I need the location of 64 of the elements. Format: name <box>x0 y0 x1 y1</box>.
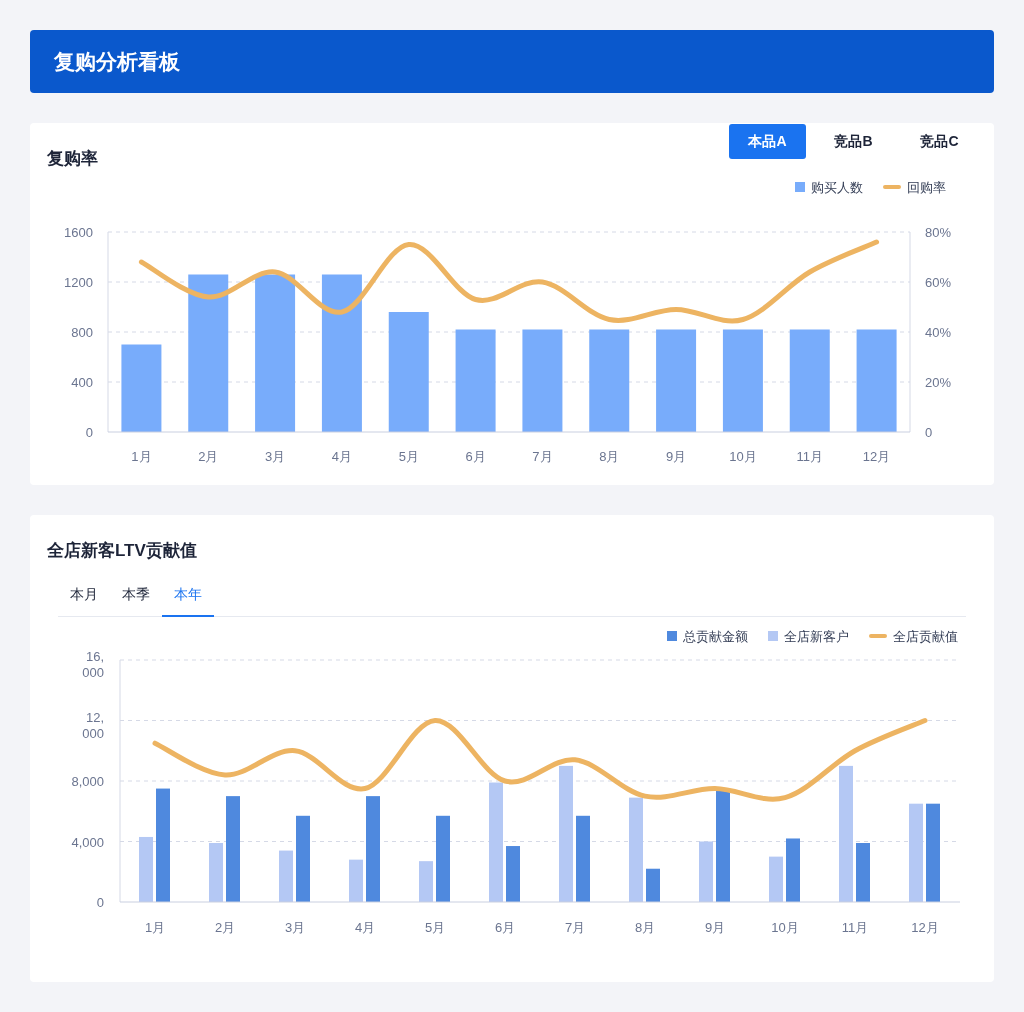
axis-category-label: 4月 <box>331 449 353 464</box>
axis-tick-label: 800 <box>71 325 93 340</box>
axis-tick-label: 80% <box>925 225 952 240</box>
legend-label: 全店贡献值 <box>893 627 958 646</box>
bar <box>786 838 800 902</box>
bar <box>139 836 153 902</box>
bar <box>856 843 870 902</box>
bar <box>699 841 713 902</box>
card-title: 复购率 <box>47 148 98 170</box>
axis-category-label: 9月 <box>665 449 687 464</box>
axis-category-label: 3月 <box>264 449 286 464</box>
dashboard-title: 复购分析看板 <box>54 48 180 75</box>
axis-tick-label: 1200 <box>64 275 93 290</box>
axis-category-label: 8月 <box>599 449 620 464</box>
axis-tick-label: 0 <box>85 425 93 440</box>
axis-category-label: 12月 <box>911 920 939 935</box>
axis-category-label: 7月 <box>532 449 553 464</box>
bar <box>419 861 433 902</box>
axis-tick-label: 400 <box>71 375 93 390</box>
axis-tick-label: 4,000 <box>71 834 104 850</box>
legend-label: 总贡献金额 <box>683 627 748 646</box>
axis-category-label: 1月 <box>131 449 152 464</box>
axis-category-label: 7月 <box>564 920 586 935</box>
axis-category-label: 10月 <box>729 449 757 464</box>
axis-category-label: 6月 <box>465 449 486 464</box>
period-tab[interactable]: 本年 <box>162 583 214 617</box>
legend-label: 全店新客户 <box>784 627 849 646</box>
axis-category-label: 6月 <box>494 920 516 935</box>
axis-category-label: 1月 <box>144 920 166 935</box>
axis-tick-label: 0 <box>96 895 104 910</box>
period-tab[interactable]: 本月 <box>58 583 110 617</box>
legend-label: 回购率 <box>907 178 946 197</box>
segment-tab[interactable]: 本品A <box>729 124 806 159</box>
axis-category-label: 11月 <box>841 920 869 935</box>
axis-category-label: 9月 <box>704 920 726 935</box>
axis-category-label: 8月 <box>634 920 656 935</box>
axis-category-label: 2月 <box>214 920 236 935</box>
axis-category-label: 2月 <box>198 449 219 464</box>
period-tab[interactable]: 本季 <box>110 583 162 617</box>
axis-category-label: 11月 <box>796 449 823 464</box>
bar <box>279 850 293 902</box>
axis-tick-label: 1600 <box>64 225 93 240</box>
axis-category-label: 12月 <box>862 449 891 464</box>
legend-label: 购买人数 <box>811 178 863 197</box>
axis-category-label: 5月 <box>398 449 419 464</box>
axis-category-label: 3月 <box>284 920 306 935</box>
axis-tick-label: 20% <box>925 375 952 390</box>
axis-tick-label: 40% <box>925 325 952 340</box>
axis-category-label: 4月 <box>354 920 376 935</box>
axis-tick-label: 16,000 <box>82 649 104 680</box>
axis-category-label: 5月 <box>424 920 446 935</box>
axis-tick-label: 0 <box>925 425 933 440</box>
bar <box>769 856 783 902</box>
bar <box>506 846 520 902</box>
segment-tab[interactable]: 竞品C <box>901 124 978 159</box>
bar <box>646 868 660 902</box>
axis-tick-label: 60% <box>925 275 952 290</box>
bar <box>209 843 223 902</box>
axis-tick-label: 8,000 <box>71 774 104 789</box>
bar <box>349 859 363 902</box>
axis-category-label: 10月 <box>771 920 799 935</box>
segment-tab[interactable]: 竞品B <box>815 124 892 159</box>
card-title: 全店新客LTV贡献值 <box>47 541 197 560</box>
axis-tick-label: 12,000 <box>82 709 104 741</box>
